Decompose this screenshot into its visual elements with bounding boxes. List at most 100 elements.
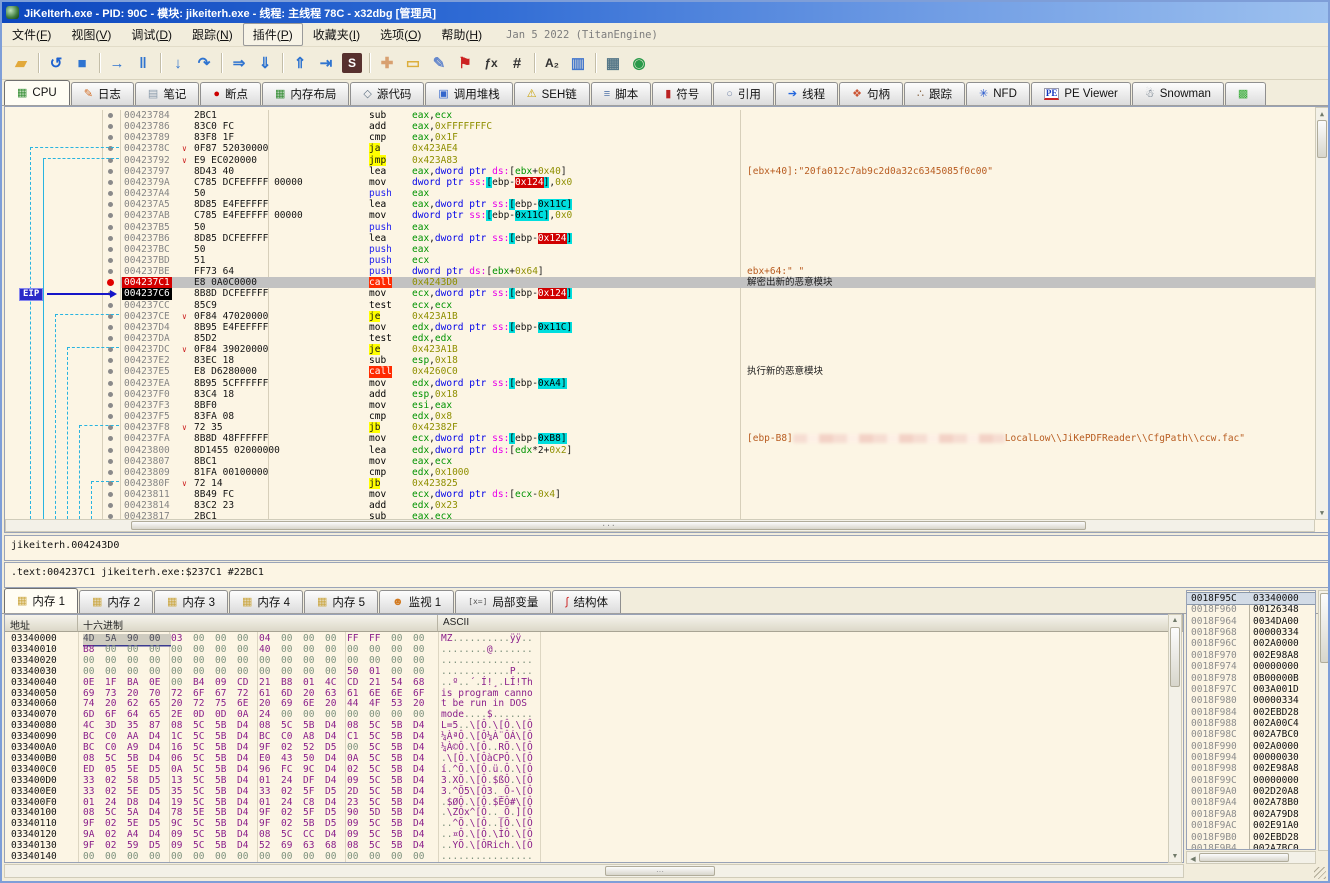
- tab-source[interactable]: ◇源代码: [350, 82, 424, 105]
- stack-row[interactable]: 0018F984002EBD28: [1187, 707, 1315, 718]
- disasm-row[interactable]: 0042380F∨72 14jb0x423825: [103, 478, 1317, 489]
- step-down-icon[interactable]: ⇓: [252, 51, 278, 75]
- disassembly-panel[interactable]: 004237842BC1subeax,ecx0042378683C0 FCadd…: [4, 106, 1330, 533]
- disasm-vscrollbar[interactable]: ▲▼: [1315, 107, 1329, 520]
- disasm-row[interactable]: 004237CC85C9testecx,ecx: [103, 300, 1317, 311]
- tab-symbols[interactable]: ▮符号: [652, 82, 712, 105]
- disasm-vscroll-thumb[interactable]: [1317, 120, 1327, 158]
- globe-icon[interactable]: ◉: [626, 51, 652, 75]
- disasm-row[interactable]: 004237BC50pusheax: [103, 244, 1317, 255]
- menu-item-file[interactable]: 文件(F): [2, 23, 61, 46]
- tab-handles[interactable]: ❖句柄: [839, 82, 903, 105]
- row-dot[interactable]: [108, 369, 113, 374]
- row-dot[interactable]: [108, 135, 113, 140]
- dump-header-address[interactable]: 地址: [5, 615, 78, 632]
- stack-row[interactable]: 0018F98000000334: [1187, 695, 1315, 706]
- az-icon[interactable]: A₂: [539, 51, 565, 75]
- disasm-row[interactable]: 0042378983F8 1Fcmpeax,0x1F: [103, 132, 1317, 143]
- row-dot[interactable]: [108, 269, 113, 274]
- menu-item-plugins[interactable]: 插件(P): [243, 23, 303, 46]
- tab-memory-map[interactable]: ▦内存布局: [262, 82, 349, 105]
- disasm-row[interactable]: 0042381483C2 23addedx,0x23: [103, 500, 1317, 511]
- tab-snowman[interactable]: ☃Snowman: [1132, 82, 1224, 105]
- row-dot[interactable]: [108, 470, 113, 475]
- row-dot[interactable]: [108, 403, 113, 408]
- scroll-up-arrow[interactable]: ▲: [1169, 617, 1181, 624]
- stack-row[interactable]: 0018F99C00000000: [1187, 775, 1315, 786]
- disasm-row[interactable]: 004237B68D85 DCFEFFFFleaeax,dword ptr ss…: [103, 233, 1317, 244]
- stack-panel[interactable]: 0018F95C033400000018F960001263480018F964…: [1186, 590, 1316, 850]
- patch-icon[interactable]: ✚: [374, 51, 400, 75]
- stack-row[interactable]: 0018F988002A00C4: [1187, 718, 1315, 729]
- disasm-row[interactable]: 004237ABC785 E4FEFFFF 00000movdword ptr …: [103, 210, 1317, 221]
- row-dot[interactable]: [108, 191, 113, 196]
- tab-breakpoints[interactable]: ●断点: [200, 82, 261, 105]
- disasm-row[interactable]: 004237FA8B8D 48FFFFFFmovecx,dword ptr ss…: [103, 433, 1317, 444]
- scylla-icon[interactable]: S: [342, 53, 362, 73]
- row-dot[interactable]: [108, 436, 113, 441]
- stack-row[interactable]: 0018F9A0002D20A8: [1187, 786, 1315, 797]
- stack-hscrollbar[interactable]: ◀: [1186, 851, 1316, 864]
- disasm-row[interactable]: 0042379AC785 DCFEFFFF 00000movdword ptr …: [103, 177, 1317, 188]
- row-dot[interactable]: [108, 303, 113, 308]
- row-dot[interactable]: [108, 358, 113, 363]
- dump-header-hex[interactable]: 十六进制: [78, 615, 438, 632]
- menu-item-trace[interactable]: 跟踪(N): [182, 23, 243, 46]
- disasm-row[interactable]: 0042378683C0 FCaddeax,0xFFFFFFFC: [103, 121, 1317, 132]
- row-dot[interactable]: [108, 336, 113, 341]
- tab-references[interactable]: ○引用: [713, 82, 774, 105]
- disasm-row[interactable]: 004237BD51pushecx: [103, 255, 1317, 266]
- dump-header-ascii[interactable]: ASCII: [438, 615, 1183, 632]
- disasm-row[interactable]: 004237DC∨0F84 39020000je0x423A1B: [103, 344, 1317, 355]
- stack-row[interactable]: 0018F9A8002A79D8: [1187, 809, 1315, 820]
- comments-icon[interactable]: ▭: [400, 51, 426, 75]
- row-dot[interactable]: [108, 113, 113, 118]
- dump-hscrollbar[interactable]: ···: [4, 864, 1184, 878]
- disasm-row[interactable]: 004237BEFF73 64pushdword ptr ds:[ebx+0x6…: [103, 266, 1317, 277]
- disasm-row[interactable]: 004237F38BF0movesi,eax: [103, 400, 1317, 411]
- step-into-icon[interactable]: ↓: [165, 51, 191, 75]
- menu-item-debug[interactable]: 调试(D): [121, 23, 182, 46]
- row-dot[interactable]: [108, 180, 113, 185]
- disasm-row[interactable]: 004237DA85D2testedx,edx: [103, 333, 1317, 344]
- stack-row[interactable]: 0018F9B4002A7BC0: [1187, 843, 1315, 850]
- stack-row[interactable]: 0018F98C002A7BC0: [1187, 729, 1315, 740]
- disasm-row[interactable]: 004237F583FA 08cmpedx,0x8: [103, 411, 1317, 422]
- dump-vscroll-thumb[interactable]: [1170, 627, 1180, 687]
- tab-struct[interactable]: ∫结构体: [552, 590, 621, 613]
- disasm-row[interactable]: 004237CE∨0F84 47020000je0x423A1B: [103, 311, 1317, 322]
- resize-grip[interactable]: [1314, 867, 1326, 879]
- breakpoint-dot[interactable]: [107, 279, 114, 286]
- row-dot[interactable]: [108, 236, 113, 241]
- stack-hscroll-thumb[interactable]: [1199, 853, 1289, 862]
- row-dot[interactable]: [108, 414, 113, 419]
- tab-cpu[interactable]: ▦CPU: [4, 80, 70, 105]
- disasm-row[interactable]: 004237978D43 40leaeax,dword ptr ds:[ebx+…: [103, 166, 1317, 177]
- disasm-row[interactable]: 004237F083C4 18addesp,0x18: [103, 389, 1317, 400]
- stack-row[interactable]: 0018F9780B00000B: [1187, 673, 1315, 684]
- row-dot[interactable]: [108, 225, 113, 230]
- disasm-row[interactable]: 004238118B49 FCmovecx,dword ptr ds:[ecx-…: [103, 489, 1317, 500]
- disasm-row[interactable]: 004237C68B8D DCFEFFFFmovecx,dword ptr ss…: [103, 288, 1317, 299]
- tab-dump4[interactable]: ▦内存 4: [229, 590, 303, 613]
- step-over-icon[interactable]: ↷: [191, 51, 217, 75]
- tab-notes[interactable]: ▤笔记: [135, 82, 199, 105]
- run-to-user-code-icon[interactable]: ⇥: [313, 51, 339, 75]
- row-dot[interactable]: [108, 213, 113, 218]
- tab-pe-viewer[interactable]: PEPE Viewer: [1031, 82, 1131, 105]
- disasm-row[interactable]: 004237A450pusheax: [103, 188, 1317, 199]
- labels-icon[interactable]: ✎: [426, 51, 452, 75]
- tab-dump1[interactable]: ▦内存 1: [4, 588, 78, 613]
- title-bar[interactable]: JiKeIterh.exe - PID: 90C - 模块: jikeiterh…: [2, 2, 1328, 23]
- stack-row[interactable]: 0018F97C003A001D: [1187, 684, 1315, 695]
- menu-item-favourites[interactable]: 收藏夹(I): [303, 23, 370, 46]
- row-dot[interactable]: [108, 124, 113, 129]
- row-dot[interactable]: [108, 392, 113, 397]
- row-dot[interactable]: [108, 459, 113, 464]
- stack-row[interactable]: 0018F9B0002EBD28: [1187, 832, 1315, 843]
- open-file-icon[interactable]: ▰: [8, 51, 34, 75]
- scroll-up-arrow[interactable]: ▲: [1316, 110, 1328, 118]
- function-icon[interactable]: ƒx: [478, 51, 504, 75]
- pause-icon[interactable]: ‖: [130, 51, 156, 75]
- step-out-icon[interactable]: ⇑: [287, 51, 313, 75]
